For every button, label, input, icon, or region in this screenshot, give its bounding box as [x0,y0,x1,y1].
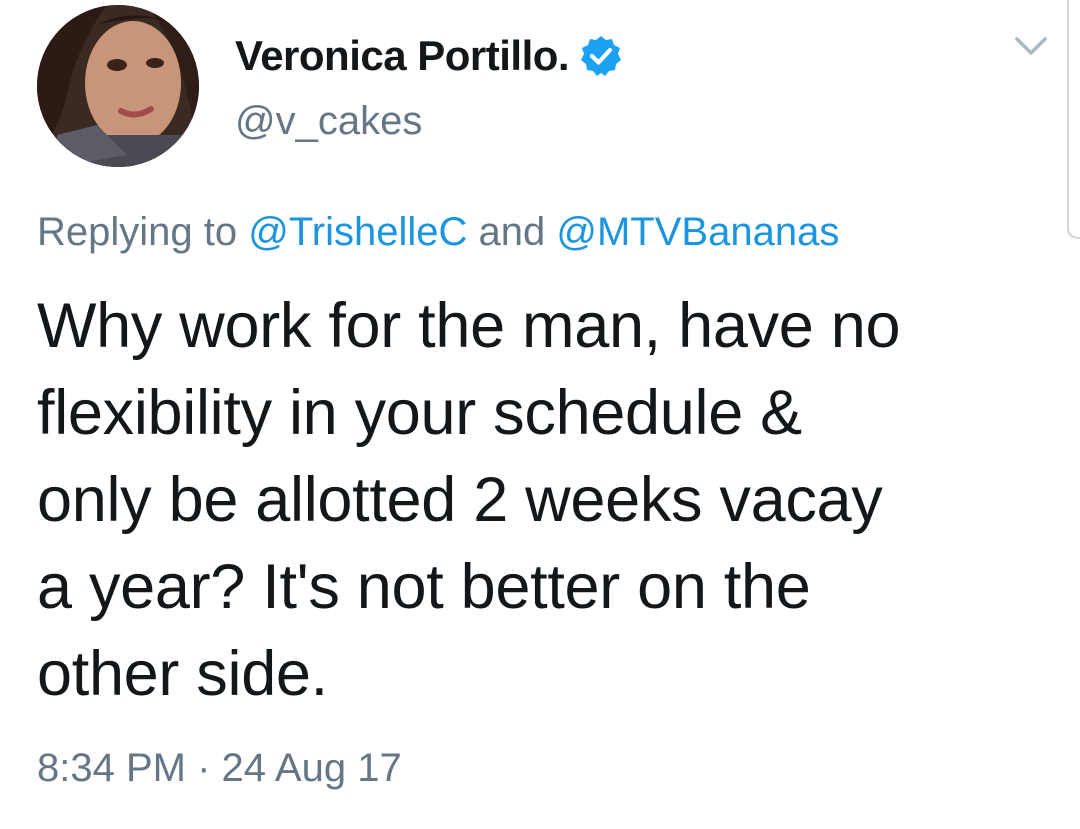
replying-to-line: Replying to @TrishelleC and @MTVBananas [37,204,839,260]
verified-badge-icon [581,36,622,76]
chevron-down-icon[interactable] [1014,34,1048,58]
tweet-card: Veronica Portillo. @v_cakes Replying to … [0,0,1080,829]
tweet-text: Why work for the man, have no flexibilit… [37,291,901,709]
author-display-name[interactable]: Veronica Portillo. [235,28,570,84]
author-handle[interactable]: @v_cakes [235,93,422,149]
mention-trishellec[interactable]: @TrishelleC [248,210,467,254]
mention-mtvbananas[interactable]: @MTVBananas [556,210,839,254]
replying-to-label: Replying to [37,210,249,254]
avatar-portrait [37,5,199,167]
card-edge-divider [1067,0,1080,239]
tweet-timestamp[interactable]: 8:34 PM · 24 Aug 17 [37,738,402,798]
author-name-row: Veronica Portillo. [235,28,623,84]
avatar[interactable] [37,5,199,167]
replying-to-joiner: and [467,210,557,254]
